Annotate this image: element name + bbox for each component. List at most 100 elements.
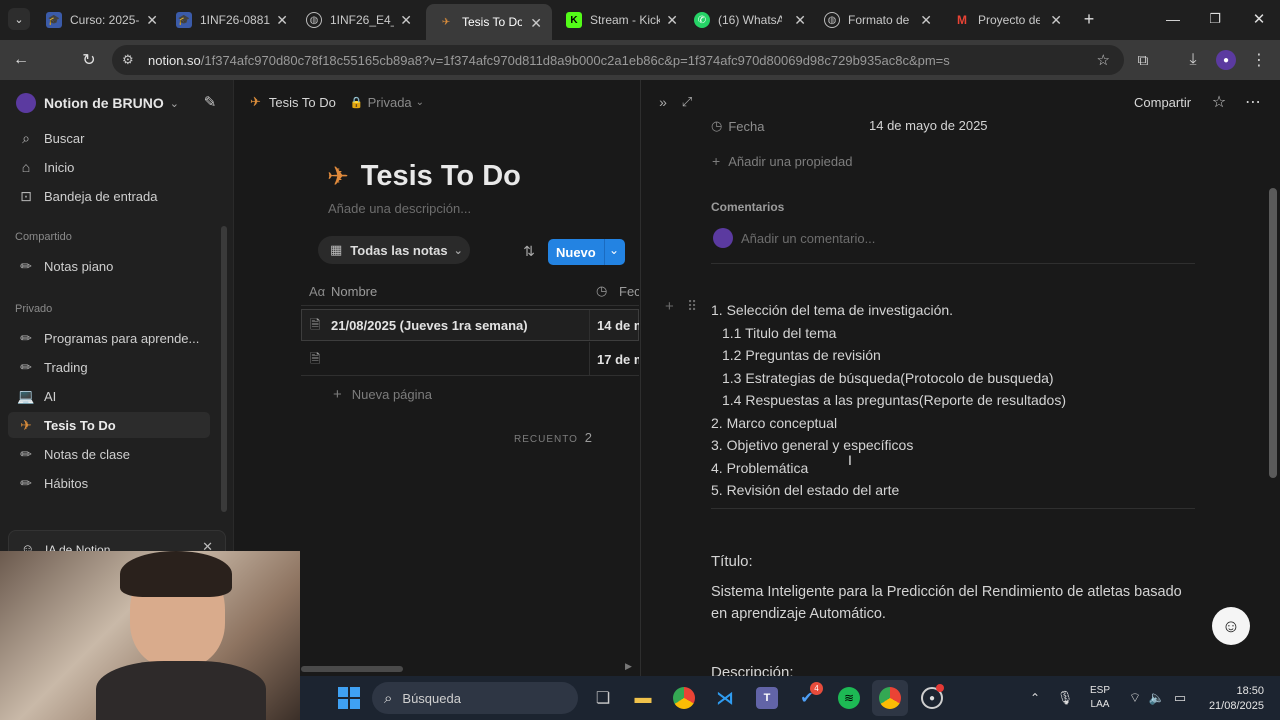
close-tab-icon[interactable]: ✕	[400, 12, 412, 29]
close-tab-icon[interactable]: ✕	[1050, 12, 1062, 29]
sidebar-item-programas[interactable]: ✏ Programas para aprende...	[16, 326, 199, 350]
property-date-value[interactable]: 14 de mayo de 2025	[869, 118, 988, 133]
favorite-star-icon[interactable]: ☆	[1209, 92, 1229, 112]
chevron-up-icon[interactable]: ⌃	[1026, 688, 1044, 708]
horizontal-scrollbar[interactable]	[301, 666, 403, 672]
whatsapp-icon: ✆	[694, 12, 710, 28]
close-window-icon[interactable]: ✕	[1248, 8, 1270, 30]
new-tab-button[interactable]: +	[1078, 8, 1100, 30]
title-text[interactable]: Sistema Inteligente para la Predicción d…	[711, 581, 1201, 625]
close-tab-icon[interactable]: ✕	[276, 12, 288, 29]
close-tab-icon[interactable]: ✕	[530, 15, 542, 32]
close-peek-icon[interactable]: »	[653, 92, 673, 112]
column-header-name[interactable]: Nombre	[331, 284, 377, 299]
browser-tab[interactable]: M Proyecto de ✕	[954, 6, 1062, 34]
share-button[interactable]: Compartir	[1134, 95, 1191, 110]
back-arrow-icon[interactable]: ←	[10, 49, 32, 71]
download-icon[interactable]: ⤓	[1182, 49, 1204, 71]
close-tab-icon[interactable]: ✕	[920, 12, 932, 29]
add-property-button[interactable]: + Añadir una propiedad	[712, 153, 853, 169]
language-indicator[interactable]: ESP LAA	[1090, 684, 1110, 712]
address-bar[interactable]: ⚙ notion.so/1f374afc970d80c78f18c55165cb…	[112, 45, 1124, 75]
panel-scrollbar[interactable]	[1269, 188, 1277, 478]
close-tab-icon[interactable]: ✕	[794, 12, 806, 29]
sidebar-item-inbox[interactable]: ⊡ Bandeja de entrada	[16, 184, 157, 208]
minimize-icon[interactable]: —	[1162, 8, 1184, 30]
more-options-icon[interactable]: ⋯	[1241, 92, 1265, 112]
browser-tab-active[interactable]: ✈ Tesis To Do | ✕	[426, 4, 552, 40]
browser-tab[interactable]: ✆ (16) WhatsA ✕	[694, 6, 806, 34]
breadcrumb[interactable]: ✈ Tesis To Do 🔒 Privada ⌄	[250, 94, 424, 110]
column-header-date[interactable]: Fec	[619, 284, 639, 299]
browser-tab[interactable]: 🎓 Curso: 2025- ✕	[46, 6, 158, 34]
close-tab-icon[interactable]: ✕	[146, 12, 158, 29]
reload-icon[interactable]: ↻	[78, 49, 100, 71]
battery-icon[interactable]: ▭	[1170, 688, 1190, 708]
clock[interactable]: 18:50 21/08/2025	[1200, 684, 1264, 714]
add-block-icon[interactable]: +	[665, 298, 674, 315]
browser-menu-icon[interactable]: ⋮	[1248, 49, 1270, 71]
airplane-icon: ✈	[250, 94, 261, 109]
taskbar-search[interactable]: ⌕ Búsqueda	[372, 682, 578, 714]
extensions-icon[interactable]: ⧉	[1132, 49, 1154, 71]
sidebar-item-ai[interactable]: 💻 AI	[16, 384, 56, 408]
teams-icon[interactable]: T	[756, 687, 778, 709]
chrome-icon[interactable]	[673, 687, 695, 709]
volume-icon[interactable]: 🔈	[1148, 688, 1166, 708]
count-summary[interactable]: RECUENTO 2	[514, 430, 593, 445]
microphone-icon[interactable]: 🎙	[1056, 688, 1074, 708]
site-info-icon[interactable]: ⚙	[122, 52, 134, 68]
browser-tab-strip: ⌄ 🎓 Curso: 2025- ✕ 🎓 1INF26-0881 ✕ ◍ 1IN…	[0, 0, 1280, 40]
close-tab-icon[interactable]: ✕	[666, 12, 678, 29]
drag-handle-icon[interactable]: ⠿	[687, 298, 697, 315]
wifi-icon[interactable]: ⌔	[1126, 688, 1144, 708]
description-placeholder[interactable]: Añade una descripción...	[328, 201, 471, 216]
new-page-icon[interactable]: ✎	[200, 92, 220, 112]
sidebar-item-trading[interactable]: ✏ Trading	[16, 355, 87, 379]
tab-search-button[interactable]: ⌄	[8, 8, 30, 30]
expand-icon[interactable]: ⤢	[677, 92, 697, 112]
browser-toolbar: ← ↻ ⚙ notion.so/1f374afc970d80c78f18c551…	[0, 40, 1280, 80]
view-selector[interactable]: ▦ Todas las notas ⌄	[318, 236, 470, 264]
bookmark-star-icon[interactable]: ☆	[1097, 51, 1110, 69]
new-entry-button[interactable]: Nuevo ⌄	[548, 239, 625, 265]
notion-ai-button[interactable]: ☺	[1212, 607, 1250, 645]
title-label[interactable]: Título:	[711, 553, 753, 570]
windows-start-icon[interactable]	[338, 687, 360, 709]
text-cursor-icon: I	[848, 452, 852, 468]
table-header: Aα Nombre ◷ Fec	[301, 276, 639, 306]
restore-icon[interactable]: ❐	[1204, 8, 1226, 30]
webcam-overlay	[0, 551, 300, 720]
outline-block[interactable]: 1. Selección del tema de investigación. …	[711, 299, 1066, 502]
sidebar-item-habitos[interactable]: ✏ Hábitos	[16, 471, 88, 495]
sidebar-item-home[interactable]: ⌂ Inicio	[16, 155, 75, 179]
filter-sliders-icon[interactable]: ⇅	[519, 242, 539, 260]
new-page-row[interactable]: + Nueva página	[333, 386, 432, 403]
browser-tab[interactable]: 🎓 1INF26-0881 ✕	[176, 6, 288, 34]
spotify-icon[interactable]: ≋	[838, 687, 860, 709]
browser-tab[interactable]: K Stream - Kick ✕	[566, 6, 678, 34]
sidebar-item-tesis[interactable]: ✈ Tesis To Do	[16, 413, 116, 437]
table-row[interactable]: 🗎 17 de m	[301, 342, 639, 376]
file-explorer-icon[interactable]: ▬	[632, 687, 654, 709]
browser-tab[interactable]: ◍ Formato de ✕	[824, 6, 932, 34]
chevron-down-icon[interactable]: ⌄	[609, 243, 619, 257]
sidebar-item-notas-clase[interactable]: ✏ Notas de clase	[16, 442, 130, 466]
globe-icon: ◍	[306, 12, 322, 28]
vscode-icon[interactable]: ⋊	[714, 687, 736, 709]
divider	[711, 263, 1195, 264]
workspace-switcher[interactable]: Notion de BRUNO ⌄	[16, 92, 216, 114]
outline-item: 1.1 Titulo del tema	[722, 324, 837, 341]
sidebar-item-notas-piano[interactable]: ✏ Notas piano	[16, 254, 113, 278]
task-view-icon[interactable]: ❏	[592, 687, 614, 709]
sidebar-item-search[interactable]: ⌕ Buscar	[16, 126, 84, 150]
page-title[interactable]: ✈ Tesis To Do	[327, 160, 521, 193]
browser-tab[interactable]: ◍ 1INF26_E4_G ✕	[306, 6, 412, 34]
property-date-label[interactable]: ◷ Fecha	[711, 118, 764, 134]
sidebar-scrollbar[interactable]	[221, 226, 227, 512]
scroll-right-arrow-icon[interactable]: ▶	[625, 661, 632, 672]
comment-input[interactable]: Añadir un comentario...	[741, 231, 875, 246]
profile-avatar[interactable]: ●	[1216, 50, 1236, 70]
table-row[interactable]: 🗎 21/08/2025 (Jueves 1ra semana) 14 de m	[301, 309, 639, 341]
chrome-profile-icon[interactable]	[879, 687, 901, 709]
